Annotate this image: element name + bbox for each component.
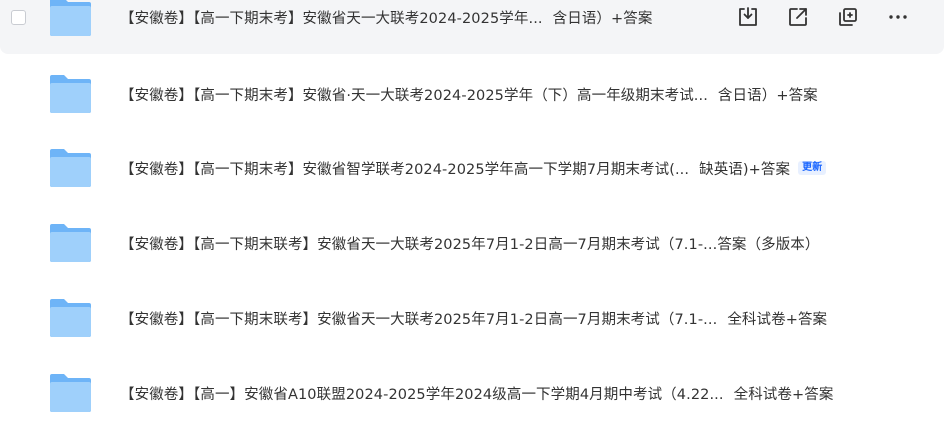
row-actions bbox=[736, 5, 910, 29]
file-name-end: 含日语）+答案 bbox=[717, 87, 818, 104]
copy-button[interactable] bbox=[836, 5, 860, 29]
file-name[interactable]: 【安徽卷】【高一下期末考】安徽省天一大联考2024-2025学年... 含日语）… bbox=[120, 7, 652, 28]
file-name[interactable]: 【安徽卷】【高一下期末考】安徽省智学联考2024-2025学年高一下学期7月期末… bbox=[120, 158, 827, 179]
folder-icon bbox=[47, 0, 94, 38]
file-row[interactable]: 【安徽卷】【高一下期末联考】安徽省天一大联考2025年7月1-2日高一7月期末考… bbox=[0, 206, 944, 280]
file-name-start: 【安徽卷】【高一下期末考】安徽省智学联考2024-2025学年高一下学期7月期末… bbox=[120, 161, 690, 178]
more-button[interactable] bbox=[886, 5, 910, 29]
file-name-start: 【安徽卷】【高一下期末考】安徽省·天一大联考2024-2025学年（下）高一年级… bbox=[120, 87, 708, 104]
copy-icon bbox=[839, 8, 857, 26]
file-row[interactable]: 【安徽卷】【高一】安徽省A10联盟2024-2025学年2024级高一下学期4月… bbox=[0, 356, 944, 430]
file-name-end: 答案（多版本） bbox=[717, 236, 820, 253]
folder-icon bbox=[47, 73, 94, 115]
file-name-end: 全科试卷+答案 bbox=[733, 386, 834, 403]
file-name[interactable]: 【安徽卷】【高一下期末联考】安徽省天一大联考2025年7月1-2日高一7月期末考… bbox=[120, 308, 827, 329]
file-row[interactable]: 【安徽卷】【高一下期末考】安徽省智学联考2024-2025学年高一下学期7月期末… bbox=[0, 131, 944, 205]
row-checkbox[interactable] bbox=[11, 9, 26, 25]
file-row[interactable]: 【安徽卷】【高一下期末联考】安徽省天一大联考2025年7月1-2日高一7月期末考… bbox=[0, 281, 944, 355]
file-name[interactable]: 【安徽卷】【高一】安徽省A10联盟2024-2025学年2024级高一下学期4月… bbox=[120, 383, 833, 404]
updated-badge: 更新 bbox=[798, 161, 827, 175]
folder-icon bbox=[47, 222, 94, 264]
file-row[interactable]: 【安徽卷】【高一下期末考】安徽省天一大联考2024-2025学年... 含日语）… bbox=[0, 0, 944, 54]
file-name-start: 【安徽卷】【高一】安徽省A10联盟2024-2025学年2024级高一下学期4月… bbox=[120, 386, 724, 403]
more-icon bbox=[889, 15, 907, 19]
share-button[interactable] bbox=[786, 5, 810, 29]
download-icon bbox=[739, 7, 757, 26]
file-list: 【安徽卷】【高一下期末考】安徽省天一大联考2024-2025学年... 含日语）… bbox=[0, 0, 944, 440]
file-row[interactable]: 【安徽卷】【高一下期末考】安徽省·天一大联考2024-2025学年（下）高一年级… bbox=[0, 57, 944, 131]
file-name-end: 含日语）+答案 bbox=[552, 10, 653, 27]
file-name-end: 全科试卷+答案 bbox=[727, 311, 828, 328]
folder-icon bbox=[47, 297, 94, 339]
file-name-start: 【安徽卷】【高一下期末联考】安徽省天一大联考2025年7月1-2日高一7月期末考… bbox=[120, 236, 718, 253]
file-name[interactable]: 【安徽卷】【高一下期末联考】安徽省天一大联考2025年7月1-2日高一7月期末考… bbox=[120, 233, 820, 254]
folder-icon bbox=[47, 372, 94, 414]
file-name-start: 【安徽卷】【高一下期末考】安徽省天一大联考2024-2025学年... bbox=[120, 10, 543, 27]
file-name-start: 【安徽卷】【高一下期末联考】安徽省天一大联考2025年7月1-2日高一7月期末考… bbox=[120, 311, 718, 328]
share-icon bbox=[789, 8, 807, 26]
file-name[interactable]: 【安徽卷】【高一下期末考】安徽省·天一大联考2024-2025学年（下）高一年级… bbox=[120, 84, 818, 105]
folder-icon bbox=[47, 147, 94, 189]
download-button[interactable] bbox=[736, 5, 760, 29]
file-name-end: 缺英语)+答案 bbox=[699, 161, 791, 178]
